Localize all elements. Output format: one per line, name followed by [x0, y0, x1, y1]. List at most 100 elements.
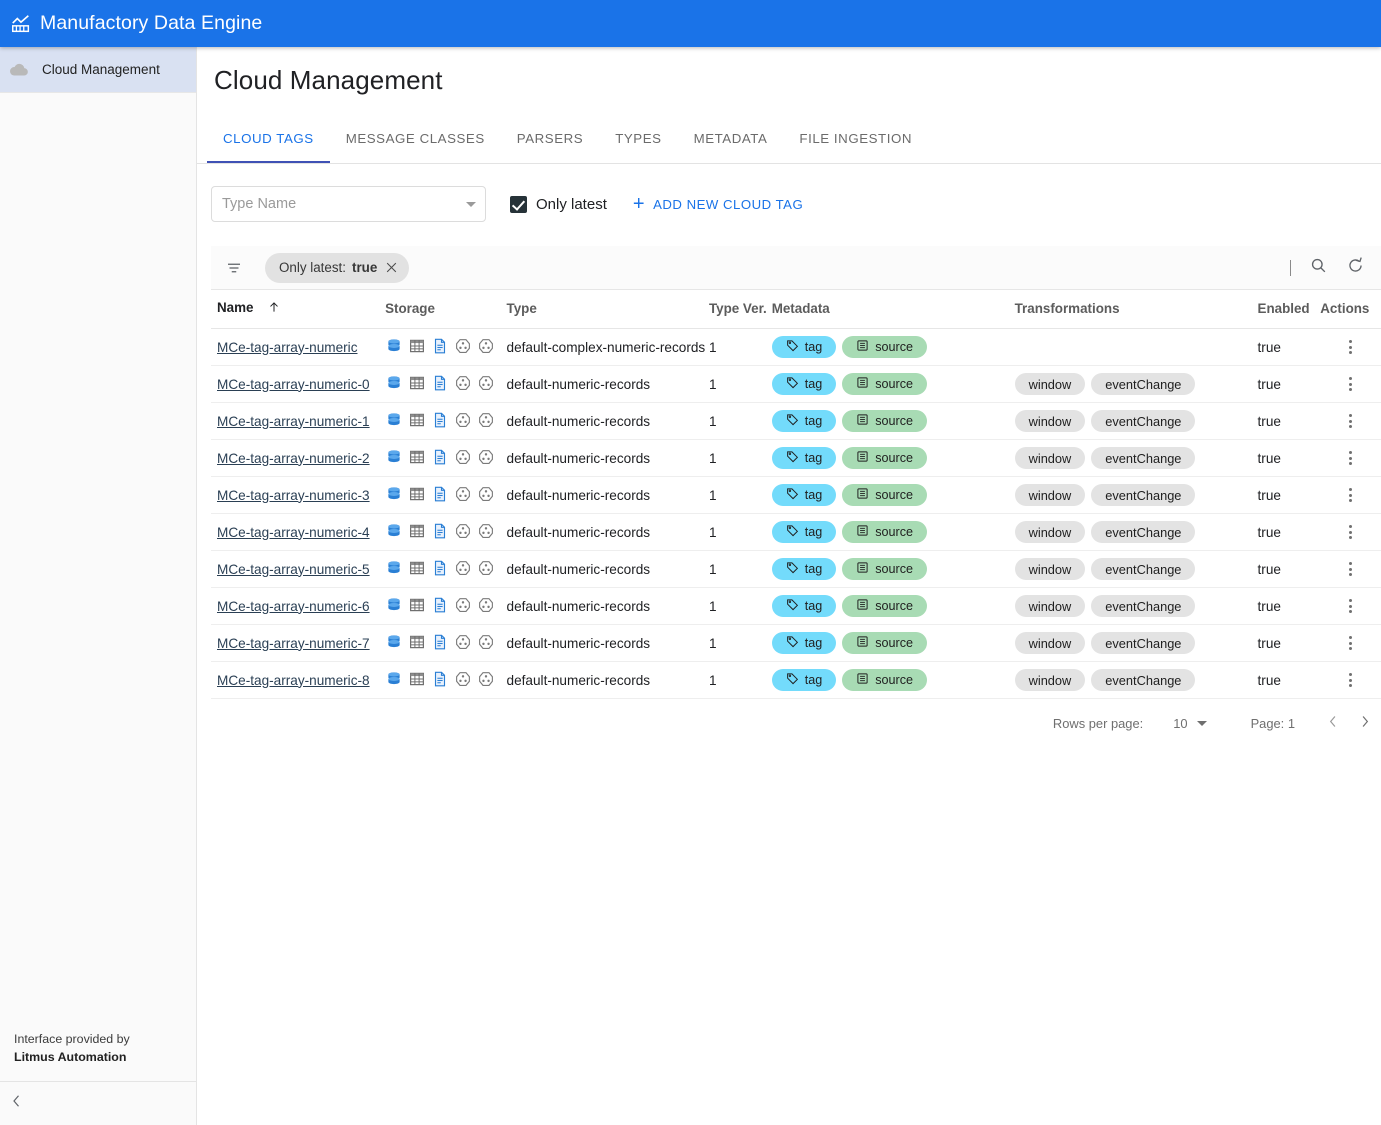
kebab-menu-icon[interactable]	[1320, 488, 1381, 502]
cloud-tag-link[interactable]: MCe-tag-array-numeric-2	[217, 451, 370, 466]
metadata-chip-tag[interactable]: tag	[772, 669, 837, 691]
cluster-icon[interactable]	[454, 411, 472, 432]
metadata-chip-source[interactable]: source	[842, 447, 927, 469]
database-icon[interactable]	[385, 337, 403, 358]
metadata-chip-tag[interactable]: tag	[772, 410, 837, 432]
metadata-chip-tag[interactable]: tag	[772, 484, 837, 506]
col-header-type-ver[interactable]: Type Ver.	[709, 290, 772, 329]
transformation-chip-window[interactable]: window	[1015, 410, 1086, 432]
metadata-chip-tag[interactable]: tag	[772, 373, 837, 395]
tab-message-classes[interactable]: MESSAGE CLASSES	[330, 115, 501, 163]
metadata-chip-source[interactable]: source	[842, 410, 927, 432]
transformation-chip-window[interactable]: window	[1015, 447, 1086, 469]
cloud-tag-link[interactable]: MCe-tag-array-numeric-8	[217, 673, 370, 688]
cluster-icon[interactable]	[454, 559, 472, 580]
close-icon[interactable]	[385, 261, 398, 274]
metadata-chip-source[interactable]: source	[842, 669, 927, 691]
cluster-icon[interactable]	[477, 337, 495, 358]
metadata-chip-source[interactable]: source	[842, 336, 927, 358]
metadata-chip-source[interactable]: source	[842, 484, 927, 506]
transformation-chip-window[interactable]: window	[1015, 595, 1086, 617]
cluster-icon[interactable]	[477, 411, 495, 432]
col-header-metadata[interactable]: Metadata	[772, 290, 1015, 329]
database-icon[interactable]	[385, 633, 403, 654]
table-grid-icon[interactable]	[408, 411, 426, 432]
cluster-icon[interactable]	[454, 633, 472, 654]
kebab-menu-icon[interactable]	[1320, 525, 1381, 539]
document-icon[interactable]	[431, 485, 449, 506]
transformation-chip-window[interactable]: window	[1015, 484, 1086, 506]
database-icon[interactable]	[385, 485, 403, 506]
tab-file-ingestion[interactable]: FILE INGESTION	[783, 115, 928, 163]
cluster-icon[interactable]	[477, 559, 495, 580]
search-icon[interactable]	[1309, 256, 1328, 280]
cluster-icon[interactable]	[477, 633, 495, 654]
transformation-chip-eventChange[interactable]: eventChange	[1091, 447, 1195, 469]
kebab-menu-icon[interactable]	[1320, 414, 1381, 428]
col-header-type[interactable]: Type	[507, 290, 709, 329]
transformation-chip-eventChange[interactable]: eventChange	[1091, 558, 1195, 580]
cloud-tag-link[interactable]: MCe-tag-array-numeric-1	[217, 414, 370, 429]
database-icon[interactable]	[385, 448, 403, 469]
col-header-name[interactable]: Name	[211, 290, 385, 329]
kebab-menu-icon[interactable]	[1320, 451, 1381, 465]
cloud-tag-link[interactable]: MCe-tag-array-numeric-4	[217, 525, 370, 540]
cluster-icon[interactable]	[454, 374, 472, 395]
only-latest-checkbox-wrap[interactable]: Only latest	[510, 196, 607, 213]
table-row[interactable]: MCe-tag-array-numeric-5 default-numeric-…	[211, 551, 1381, 588]
cluster-icon[interactable]	[477, 670, 495, 691]
cluster-icon[interactable]	[477, 596, 495, 617]
tab-cloud-tags[interactable]: CLOUD TAGS	[207, 115, 330, 163]
transformation-chip-eventChange[interactable]: eventChange	[1091, 521, 1195, 543]
transformation-chip-window[interactable]: window	[1015, 558, 1086, 580]
metadata-chip-source[interactable]: source	[842, 595, 927, 617]
cloud-tag-link[interactable]: MCe-tag-array-numeric-6	[217, 599, 370, 614]
only-latest-checkbox[interactable]	[510, 196, 527, 213]
database-icon[interactable]	[385, 559, 403, 580]
table-row[interactable]: MCe-tag-array-numeric-7 default-numeric-…	[211, 625, 1381, 662]
table-grid-icon[interactable]	[408, 485, 426, 506]
table-row[interactable]: MCe-tag-array-numeric-4 default-numeric-…	[211, 514, 1381, 551]
metadata-chip-tag[interactable]: tag	[772, 521, 837, 543]
metadata-chip-source[interactable]: source	[842, 558, 927, 580]
document-icon[interactable]	[431, 374, 449, 395]
document-icon[interactable]	[431, 596, 449, 617]
metadata-chip-tag[interactable]: tag	[772, 595, 837, 617]
table-row[interactable]: MCe-tag-array-numeric-2 default-numeric-…	[211, 440, 1381, 477]
prev-page-button[interactable]	[1325, 713, 1342, 733]
col-header-storage[interactable]: Storage	[385, 290, 506, 329]
cluster-icon[interactable]	[477, 448, 495, 469]
database-icon[interactable]	[385, 411, 403, 432]
document-icon[interactable]	[431, 633, 449, 654]
transformation-chip-eventChange[interactable]: eventChange	[1091, 669, 1195, 691]
tab-parsers[interactable]: PARSERS	[501, 115, 599, 163]
table-row[interactable]: MCe-tag-array-numeric-8 default-numeric-…	[211, 662, 1381, 699]
transformation-chip-eventChange[interactable]: eventChange	[1091, 484, 1195, 506]
tab-types[interactable]: TYPES	[599, 115, 677, 163]
cloud-tag-link[interactable]: MCe-tag-array-numeric-3	[217, 488, 370, 503]
cloud-tag-link[interactable]: MCe-tag-array-numeric-0	[217, 377, 370, 392]
kebab-menu-icon[interactable]	[1320, 562, 1381, 576]
cloud-tag-link[interactable]: MCe-tag-array-numeric	[217, 340, 358, 355]
document-icon[interactable]	[431, 411, 449, 432]
table-grid-icon[interactable]	[408, 596, 426, 617]
cluster-icon[interactable]	[454, 448, 472, 469]
metadata-chip-tag[interactable]: tag	[772, 336, 837, 358]
table-grid-icon[interactable]	[408, 448, 426, 469]
document-icon[interactable]	[431, 337, 449, 358]
sidebar-item-cloud-management[interactable]: Cloud Management	[0, 47, 196, 93]
transformation-chip-eventChange[interactable]: eventChange	[1091, 595, 1195, 617]
table-row[interactable]: MCe-tag-array-numeric-0 default-numeric-…	[211, 366, 1381, 403]
next-page-button[interactable]	[1356, 713, 1373, 733]
transformation-chip-eventChange[interactable]: eventChange	[1091, 632, 1195, 654]
metadata-chip-source[interactable]: source	[842, 373, 927, 395]
transformation-chip-eventChange[interactable]: eventChange	[1091, 373, 1195, 395]
database-icon[interactable]	[385, 522, 403, 543]
kebab-menu-icon[interactable]	[1320, 377, 1381, 391]
col-header-transformations[interactable]: Transformations	[1015, 290, 1258, 329]
table-row[interactable]: MCe-tag-array-numeric default-complex-nu…	[211, 329, 1381, 366]
cloud-tag-link[interactable]: MCe-tag-array-numeric-5	[217, 562, 370, 577]
table-row[interactable]: MCe-tag-array-numeric-6 default-numeric-…	[211, 588, 1381, 625]
kebab-menu-icon[interactable]	[1320, 599, 1381, 613]
document-icon[interactable]	[431, 522, 449, 543]
